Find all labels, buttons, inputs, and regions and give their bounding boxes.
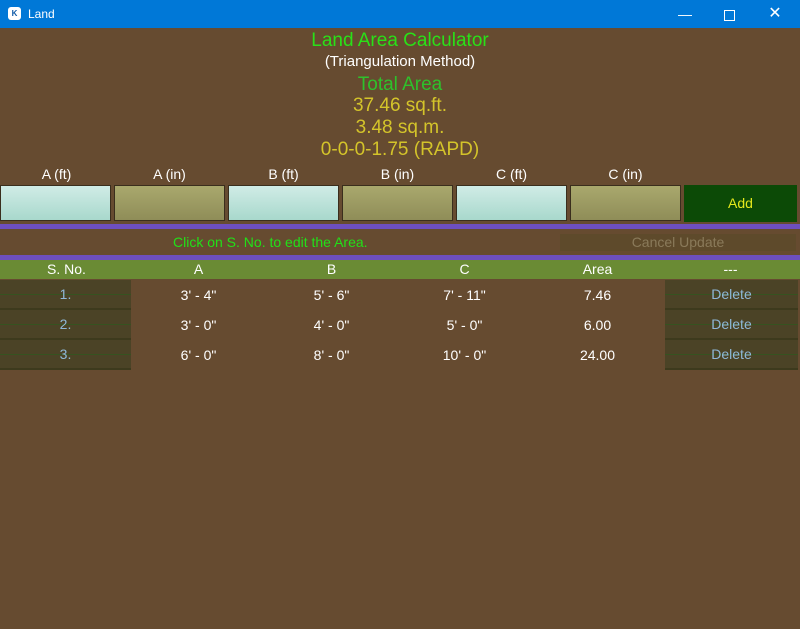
label-b-ft: B (ft) [268,166,299,182]
label-a-in: A (in) [153,166,186,182]
cell-area: 7.46 [583,287,612,303]
maximize-button[interactable] [706,0,752,28]
input-c-in[interactable] [570,185,681,221]
close-button[interactable]: ✕ [752,0,798,28]
delete-label: Delete [711,286,752,302]
header-sno: S. No. [47,261,86,277]
cell-c: 10' - 0" [442,347,487,363]
label-c-ft: C (ft) [495,166,528,182]
window-titlebar: K Land — ✕ [0,0,800,28]
input-b-ft[interactable] [228,185,339,221]
minimize-button[interactable]: — [662,0,708,28]
sno-label: 3. [59,346,72,362]
table-row: 2. 3' - 0" 4' - 0" 5' - 0" 6.00 Delete [0,310,800,340]
header-b: B [326,261,337,277]
cell-a: 6' - 0" [180,347,217,363]
table-row: 1. 3' - 4" 5' - 6" 7' - 11" 7.46 Delete [0,280,800,310]
cell-a: 3' - 4" [180,287,217,303]
delete-label: Delete [711,346,752,362]
sno-button[interactable]: 1. [0,280,131,310]
cell-b: 8' - 0" [313,347,350,363]
cell-b: 4' - 0" [313,317,350,333]
cell-area: 6.00 [583,317,612,333]
cell-area: 24.00 [579,347,616,363]
delete-button[interactable]: Delete [665,340,798,370]
delete-button[interactable]: Delete [665,280,798,310]
label-a-ft: A (ft) [41,166,72,182]
sno-label: 2. [59,316,72,332]
input-c-ft[interactable] [456,185,567,221]
app-subtitle: (Triangulation Method) [324,53,476,70]
cell-b: 5' - 6" [313,287,350,303]
separator-top [0,224,800,229]
add-button[interactable]: Add [684,185,797,222]
sno-button[interactable]: 3. [0,340,131,370]
delete-label: Delete [711,316,752,332]
total-sqm: 3.48 sq.m. [355,117,445,138]
maximize-icon [723,9,735,21]
input-b-in[interactable] [342,185,453,221]
delete-button[interactable]: Delete [665,310,798,340]
total-area-label: Total Area [357,74,443,95]
label-c-in: C (in) [608,166,643,182]
app-icon: K [8,7,21,20]
total-rapd: 0-0-0-1.75 (RAPD) [320,139,480,160]
sno-button[interactable]: 2. [0,310,131,340]
input-a-ft[interactable] [0,185,111,221]
total-sqft: 37.46 sq.ft. [352,95,447,116]
table-row: 3. 6' - 0" 8' - 0" 10' - 0" 24.00 Delete [0,340,800,370]
header-a: A [193,261,204,277]
header-c: C [459,261,470,277]
label-b-in: B (in) [380,166,415,182]
window-title: Land [28,7,55,21]
cell-c: 7' - 11" [443,287,486,303]
cell-a: 3' - 0" [180,317,217,333]
cell-c: 5' - 0" [446,317,483,333]
sno-label: 1. [59,286,72,302]
cancel-update-button[interactable]: Cancel Update [560,234,796,251]
edit-hint: Click on S. No. to edit the Area. [173,234,368,250]
header-area: Area [582,261,613,277]
app-title: Land Area Calculator [311,30,489,51]
table-header: S. No. A B C Area --- [0,260,800,279]
input-a-in[interactable] [114,185,225,221]
header-action: --- [723,261,738,277]
